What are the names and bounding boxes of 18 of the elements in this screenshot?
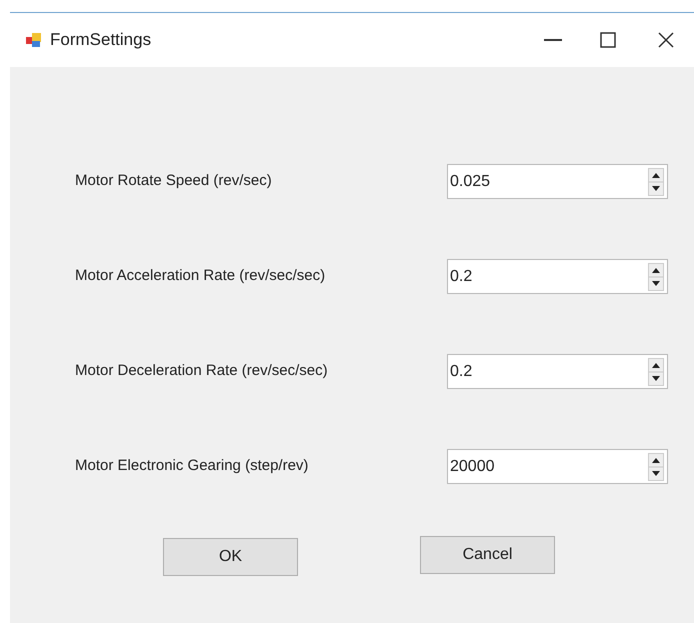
maximize-icon[interactable] xyxy=(600,32,616,48)
setting-label: Motor Acceleration Rate (rev/sec/sec) xyxy=(75,266,326,286)
setting-label: Motor Deceleration Rate (rev/sec/sec) xyxy=(75,361,329,382)
app-icon xyxy=(26,32,42,48)
setting-label: Motor Electronic Gearing (step/rev) xyxy=(75,456,310,476)
number-field[interactable]: 0.2 xyxy=(447,259,668,294)
spinner-icon[interactable] xyxy=(648,453,664,481)
number-field[interactable]: 20000 xyxy=(447,449,668,484)
spinner-icon[interactable] xyxy=(648,358,664,386)
dialog-button[interactable]: Cancel xyxy=(420,536,555,574)
number-field[interactable]: 0.2 xyxy=(447,354,668,389)
window-title: FormSettings xyxy=(50,29,152,52)
number-field[interactable]: 0.025 xyxy=(447,164,668,199)
spinner-icon[interactable] xyxy=(648,168,664,196)
dialog-button[interactable]: OK xyxy=(163,538,298,576)
close-icon[interactable] xyxy=(658,32,674,48)
spinner-icon[interactable] xyxy=(648,263,664,291)
setting-label: Motor Rotate Speed (rev/sec) xyxy=(75,171,273,192)
